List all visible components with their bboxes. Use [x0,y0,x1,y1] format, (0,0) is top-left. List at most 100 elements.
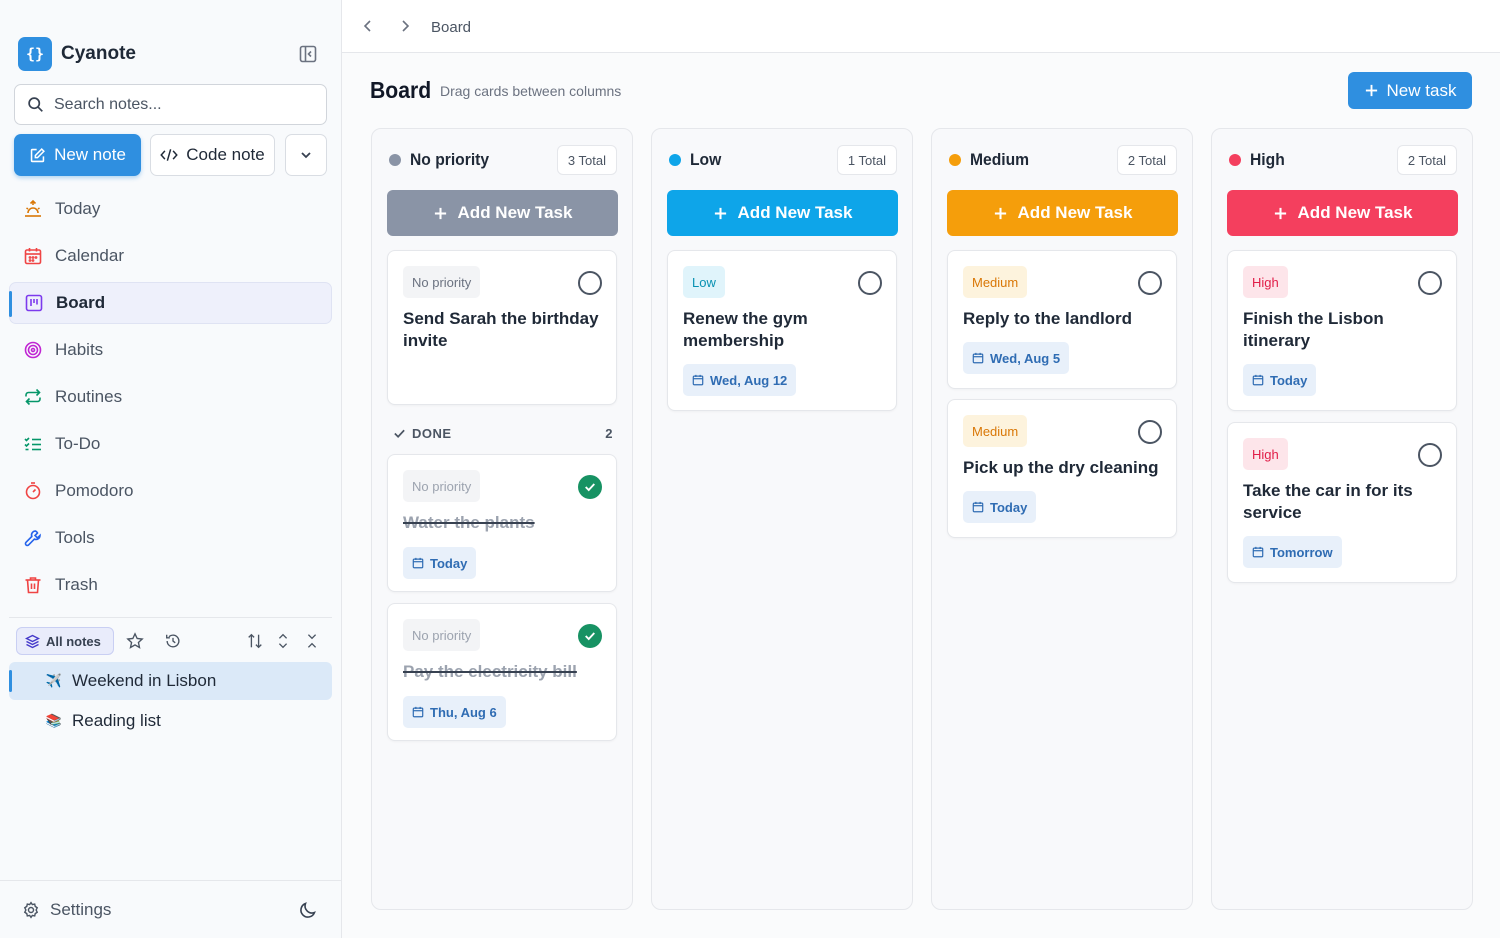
new-note-button[interactable]: New note [14,134,141,176]
complete-toggle[interactable] [578,271,602,295]
chevron-left-icon[interactable] [360,18,376,34]
priority-badge: High [1243,438,1288,470]
add-task-label: Add New Task [457,203,573,222]
task-card-done[interactable]: No priority Water the plants Today [387,454,617,592]
priority-dot [949,154,961,166]
due-date-chip: Today [1243,364,1317,396]
repeat-icon [23,387,43,407]
gear-icon [23,901,39,919]
sidebar-item-pomodoro[interactable]: Pomodoro [9,470,332,512]
search-box[interactable] [14,84,327,125]
calendar-icon [23,246,43,266]
task-title: Pay the electricity bill [403,662,577,681]
task-title: Water the plants [403,513,535,532]
task-card-done[interactable]: No priority Pay the electricity bill Thu… [387,603,617,741]
note-title: Reading list [72,711,161,730]
completed-check-icon[interactable] [578,475,602,499]
sort-icon[interactable] [246,632,264,650]
task-title: Send Sarah the birthday invite [403,309,599,350]
column-title: Medium [970,150,1030,169]
task-card[interactable]: High Take the car in for its service Tom… [1227,422,1457,583]
sidebar-item-board[interactable]: Board [9,282,332,324]
completed-check-icon[interactable] [578,624,602,648]
calendar-icon [972,501,984,513]
priority-dot [669,154,681,166]
due-date: Thu, Aug 6 [430,704,497,720]
task-card[interactable]: No priority Send Sarah the birthday invi… [387,250,617,405]
airplane-icon: ✈️ [45,673,63,688]
sidebar-footer: Settings [0,880,341,938]
chevron-right-icon[interactable] [397,18,413,34]
sidebar-item-label: To-Do [55,434,101,453]
column-header: Low 1 Total [667,145,897,175]
add-task-button[interactable]: Add New Task [387,190,618,236]
sidebar-item-routines[interactable]: Routines [9,376,332,418]
add-task-label: Add New Task [737,203,853,222]
sidebar-item-calendar[interactable]: Calendar [9,235,332,277]
history-icon[interactable] [164,632,182,650]
target-icon [23,340,43,360]
add-task-button[interactable]: Add New Task [667,190,898,236]
priority-badge: Medium [963,266,1028,298]
books-icon: 📚 [45,713,63,728]
code-note-button[interactable]: Code note [150,134,275,176]
add-task-button[interactable]: Add New Task [947,190,1178,236]
complete-toggle[interactable] [1418,271,1442,295]
new-task-button[interactable]: New task [1348,72,1472,109]
new-task-label: New task [1386,80,1457,100]
plus-icon [1274,207,1286,219]
due-date-chip: Wed, Aug 5 [963,342,1070,374]
due-date: Today [990,499,1028,515]
note-item-reading-list[interactable]: 📚 Reading list [9,702,332,740]
new-note-label: New note [54,145,126,164]
breadcrumb[interactable]: Board [431,19,471,36]
sidebar-item-today[interactable]: Today [9,188,332,230]
sidebar-item-todo[interactable]: To-Do [9,423,332,465]
search-icon [28,97,43,112]
settings-button[interactable]: Settings [22,900,111,920]
all-notes-filter[interactable]: All notes [16,627,114,655]
checkmark-icon [394,429,405,438]
sidebar-item-label: Pomodoro [55,481,134,500]
due-date-chip: Wed, Aug 12 [683,364,797,396]
trash-icon [23,575,43,595]
column-header: No priority 3 Total [387,145,617,175]
more-options-button[interactable] [285,134,327,176]
task-card[interactable]: Medium Pick up the dry cleaning Today [947,399,1177,538]
collapse-icon[interactable] [303,632,321,650]
code-note-label: Code note [186,145,265,164]
complete-toggle[interactable] [1138,271,1162,295]
calendar-icon [692,374,704,386]
brand[interactable]: {} Cyanote [18,37,136,71]
topbar: Board [342,0,1500,53]
plus-icon [714,207,726,219]
add-task-label: Add New Task [1017,203,1133,222]
column-low: Low 1 Total Add New Task Low Renew the g… [651,128,913,910]
sidebar-item-label: Today [55,199,101,218]
priority-badge: High [1243,266,1288,298]
moon-icon[interactable] [298,900,318,920]
add-task-button[interactable]: Add New Task [1227,190,1458,236]
sidebar-item-tools[interactable]: Tools [9,517,332,559]
star-icon[interactable] [126,632,144,650]
collapse-sidebar-icon[interactable] [298,44,318,64]
task-card[interactable]: Medium Reply to the landlord Wed, Aug 5 [947,250,1177,389]
expand-icon[interactable] [274,632,292,650]
done-count: 2 [605,426,613,441]
task-card[interactable]: High Finish the Lisbon itinerary Today [1227,250,1457,411]
priority-dot [1229,154,1241,166]
sidebar-divider [9,617,332,618]
priority-badge: Low [683,266,725,298]
sidebar-item-habits[interactable]: Habits [9,329,332,371]
sidebar-item-trash[interactable]: Trash [9,564,332,606]
done-section-header[interactable]: DONE 2 [393,425,613,443]
task-card[interactable]: Low Renew the gym membership Wed, Aug 12 [667,250,897,411]
note-item-weekend-in-lisbon[interactable]: ✈️ Weekend in Lisbon [9,662,332,700]
due-date: Wed, Aug 12 [710,372,788,388]
complete-toggle[interactable] [858,271,882,295]
due-date-chip: Thu, Aug 6 [403,696,506,728]
complete-toggle[interactable] [1418,443,1442,467]
search-input[interactable] [54,95,304,114]
sidebar-nav: Today Calendar Board Habits Routines To-… [9,188,332,611]
complete-toggle[interactable] [1138,420,1162,444]
